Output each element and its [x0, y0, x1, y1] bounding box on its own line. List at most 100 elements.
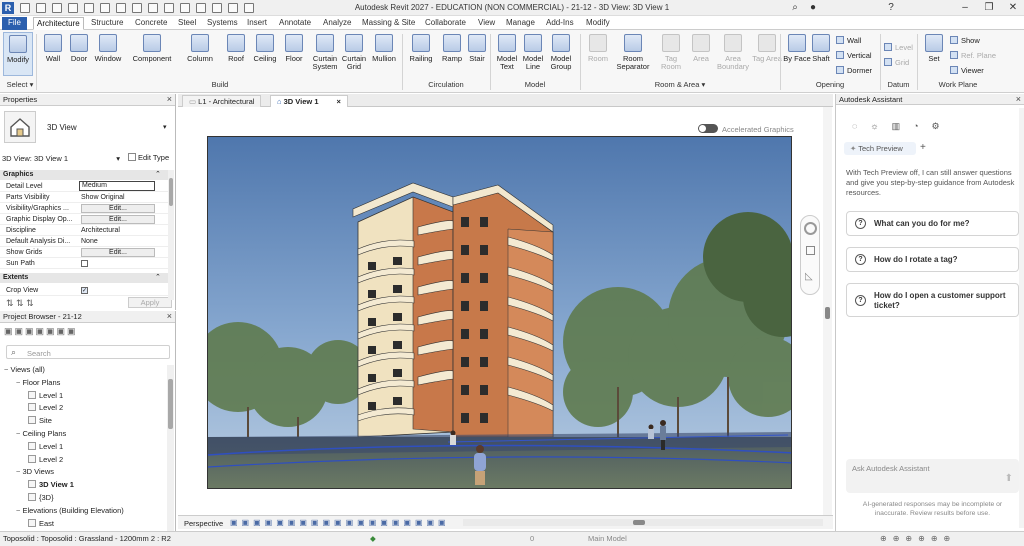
- tag-room-button[interactable]: Tag Room: [656, 32, 686, 76]
- type-name[interactable]: 3D View: [47, 123, 77, 132]
- binoculars-icon[interactable]: ⌕: [786, 2, 804, 13]
- roof-button[interactable]: Roof: [221, 32, 251, 76]
- tree-item[interactable]: − Floor Plans: [16, 378, 60, 387]
- design-options-label[interactable]: Main Model: [588, 532, 627, 546]
- tree-item[interactable]: − 3D Views: [16, 467, 54, 476]
- curtain-system-button[interactable]: Curtain System: [310, 32, 340, 76]
- collapse-icon[interactable]: ⌃: [155, 273, 161, 281]
- help-icon[interactable]: ?: [882, 2, 900, 13]
- set-button[interactable]: Set: [919, 32, 949, 76]
- question-support-ticket[interactable]: ? How do I open a customer support ticket…: [846, 283, 1019, 317]
- close-icon[interactable]: ×: [167, 311, 172, 322]
- tab-l1-architectural[interactable]: ▭ L1 - Architectural: [182, 95, 262, 107]
- tree-item[interactable]: Level 1: [28, 390, 63, 400]
- tab-massing-site[interactable]: Massing & Site: [359, 17, 418, 30]
- tree-item[interactable]: 3D View 1: [28, 480, 74, 489]
- zoom-icon[interactable]: [806, 246, 815, 255]
- browser-toolbar-icons[interactable]: ▣▣▣▣▣▣▣: [4, 326, 78, 337]
- wall-opening-button[interactable]: Wall: [836, 36, 861, 45]
- navigation-bar[interactable]: ◺: [800, 215, 820, 295]
- shaft-button[interactable]: Shaft: [806, 32, 836, 76]
- show-button[interactable]: Show: [950, 36, 980, 45]
- question-what-can-you-do[interactable]: ? What can you do for me?: [846, 211, 1019, 236]
- accelerated-graphics-toggle[interactable]: [698, 124, 718, 133]
- sun-path-checkbox[interactable]: [81, 260, 88, 267]
- send-icon[interactable]: ⬆: [1005, 473, 1013, 484]
- tab-add-ins[interactable]: Add-Ins: [543, 17, 577, 30]
- tab-view[interactable]: View: [475, 17, 498, 30]
- close-icon[interactable]: ×: [167, 94, 172, 105]
- close-icon[interactable]: ×: [1016, 94, 1021, 105]
- room-separator-button[interactable]: Room Separator: [614, 32, 652, 76]
- graphic-display-edit-button[interactable]: Edit...: [81, 215, 155, 224]
- properties-scrollbar[interactable]: [168, 170, 174, 300]
- tab-insert[interactable]: Insert: [244, 17, 270, 30]
- tab-structure[interactable]: Structure: [88, 17, 126, 30]
- component-button[interactable]: Component: [132, 32, 172, 76]
- close-icon[interactable]: ×: [337, 97, 341, 106]
- area-boundary-button[interactable]: Area Boundary: [715, 32, 751, 76]
- grid-button[interactable]: Grid: [884, 58, 909, 67]
- tree-item[interactable]: − Elevations (Building Elevation): [16, 506, 124, 515]
- edit-type-button[interactable]: Edit Type: [128, 153, 169, 162]
- tab-modify[interactable]: Modify: [583, 17, 613, 30]
- tree-item[interactable]: Level 2: [28, 403, 63, 412]
- section-extents[interactable]: Extents: [0, 273, 168, 283]
- tab-concrete[interactable]: Concrete: [132, 17, 170, 30]
- steering-wheel-icon[interactable]: [804, 222, 817, 235]
- browser-scrollbar[interactable]: [167, 365, 174, 531]
- parts-visibility-field[interactable]: Show Original: [79, 192, 155, 203]
- modify-button[interactable]: Modify: [3, 32, 33, 76]
- view-selector[interactable]: 3D View: 3D View 1 ▾: [2, 153, 122, 164]
- viewer-button[interactable]: Viewer: [950, 66, 984, 75]
- view-mode-label[interactable]: Perspective: [184, 519, 223, 528]
- tag-area-button[interactable]: Tag Area: [752, 32, 782, 76]
- tab-analyze[interactable]: Analyze: [320, 17, 354, 30]
- tree-item[interactable]: East: [28, 518, 54, 528]
- model-line-button[interactable]: Model Line: [518, 32, 548, 76]
- search-input[interactable]: ⌕ Search: [6, 345, 170, 359]
- orbit-icon[interactable]: ◺: [805, 271, 813, 282]
- assistant-scrollbar[interactable]: [1019, 108, 1024, 528]
- tree-item[interactable]: Level 1: [28, 441, 63, 451]
- analysis-display-field[interactable]: None: [79, 236, 155, 247]
- restore-icon[interactable]: ❐: [980, 2, 998, 13]
- view-control-icons[interactable]: ▣▣▣▣▣▣▣▣▣▣▣▣▣▣▣▣▣▣▣: [230, 518, 450, 527]
- worksets-icon[interactable]: ◆: [370, 532, 376, 546]
- column-button[interactable]: Column: [185, 32, 215, 76]
- detail-level-field[interactable]: Medium: [79, 181, 155, 191]
- tab-steel[interactable]: Steel: [175, 17, 199, 30]
- apply-button[interactable]: Apply: [128, 297, 172, 308]
- model-group-button[interactable]: Model Group: [546, 32, 576, 76]
- tab-file[interactable]: File: [2, 17, 27, 30]
- stair-button[interactable]: Stair: [462, 32, 492, 76]
- tree-item[interactable]: − Ceiling Plans: [16, 429, 66, 438]
- close-icon[interactable]: ✕: [1004, 2, 1022, 13]
- show-grids-edit-button[interactable]: Edit...: [81, 248, 155, 257]
- tab-manage[interactable]: Manage: [503, 17, 538, 30]
- properties-toolbar-icons[interactable]: ⇅ ⇅ ⇅: [6, 298, 34, 309]
- chevron-down-icon[interactable]: ▾: [163, 123, 167, 131]
- 3d-scene-render[interactable]: [207, 136, 792, 489]
- tree-item[interactable]: Site: [28, 416, 52, 425]
- section-graphics[interactable]: Graphics: [0, 170, 168, 180]
- tree-item[interactable]: Level 2: [28, 454, 63, 464]
- tab-architecture[interactable]: Architecture: [33, 17, 84, 30]
- tab-collaborate[interactable]: Collaborate: [422, 17, 469, 30]
- room-button[interactable]: Room: [583, 32, 613, 76]
- floor-button[interactable]: Floor: [279, 32, 309, 76]
- visibility-graphics-edit-button[interactable]: Edit...: [81, 204, 155, 213]
- question-rotate-tag[interactable]: ? How do I rotate a tag?: [846, 247, 1019, 272]
- horizontal-scrollbar[interactable]: [463, 519, 823, 526]
- tab-systems[interactable]: Systems: [204, 17, 241, 30]
- discipline-field[interactable]: Architectural: [79, 225, 155, 236]
- ref-plane-button[interactable]: Ref. Plane: [950, 51, 996, 60]
- vertical-opening-button[interactable]: Vertical: [836, 51, 872, 60]
- ask-input[interactable]: Ask Autodesk Assistant ⬆: [846, 459, 1019, 493]
- ceiling-button[interactable]: Ceiling: [250, 32, 280, 76]
- user-icon[interactable]: ●: [804, 2, 822, 13]
- viewport-scrollbar[interactable]: [823, 107, 832, 515]
- tab-annotate[interactable]: Annotate: [276, 17, 314, 30]
- group-room-area[interactable]: Room & Area ▾: [581, 80, 779, 89]
- curtain-grid-button[interactable]: Curtain Grid: [339, 32, 369, 76]
